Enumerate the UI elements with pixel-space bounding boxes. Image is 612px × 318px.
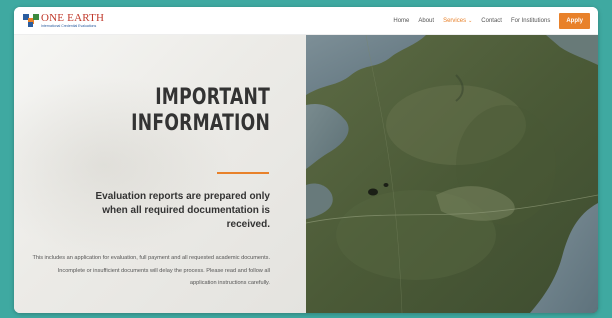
body-text: This includes an application for evaluat…: [32, 255, 270, 286]
nav-item-home[interactable]: Home: [393, 18, 409, 24]
nav-item-label: Contact: [481, 18, 502, 24]
page-title: IMPORTANT INFORMATION: [131, 85, 270, 137]
aerial-image: [306, 35, 598, 313]
subheading: Evaluation reports are prepared only whe…: [95, 191, 271, 230]
site-logo[interactable]: ONE EARTH International Credential Evalu…: [23, 13, 104, 29]
apply-button[interactable]: Apply: [559, 13, 590, 29]
nav-item-about[interactable]: About: [418, 18, 434, 24]
chevron-down-icon: ⌄: [468, 18, 473, 24]
browser-page: ONE EARTH International Credential Evalu…: [14, 7, 598, 313]
nav-item-services[interactable]: Services ⌄: [443, 18, 472, 24]
nav-item-for-institutions[interactable]: For Institutions: [511, 18, 550, 24]
one-earth-logo-icon: [23, 14, 39, 28]
nav-item-label: Services: [443, 18, 467, 24]
page-title-line2: INFORMATION: [131, 111, 270, 136]
logo-title: ONE EARTH: [41, 12, 105, 25]
site-header: ONE EARTH International Credential Evalu…: [14, 7, 598, 35]
nav-item-label: About: [418, 18, 435, 24]
nav-item-contact[interactable]: Contact: [481, 18, 502, 24]
nav-item-label: Home: [393, 18, 410, 24]
logo-subtitle: International Credential Evaluations: [41, 24, 97, 29]
page-title-line1: IMPORTANT: [155, 85, 270, 110]
accent-divider: [217, 172, 269, 174]
nav-item-label: For Institutions: [510, 18, 551, 24]
main-nav: Home About Services ⌄ Contact For Instit…: [384, 7, 590, 35]
info-panel: IMPORTANT INFORMATION Evaluation reports…: [14, 35, 306, 313]
